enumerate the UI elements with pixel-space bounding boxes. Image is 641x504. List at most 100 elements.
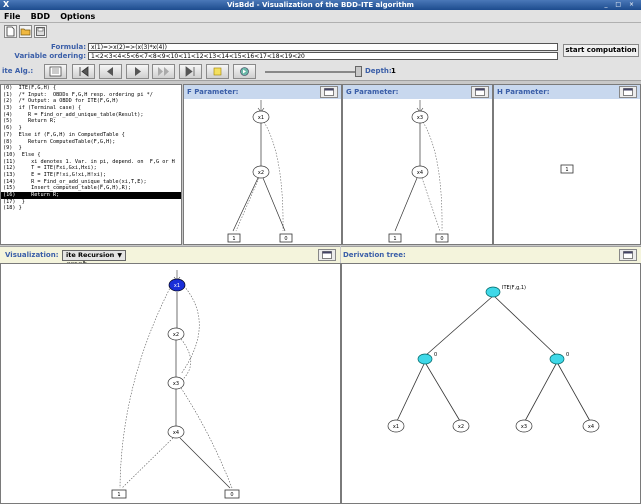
window-icon <box>623 251 633 259</box>
derivation-root-node[interactable] <box>485 286 501 298</box>
menu-bdd[interactable]: BDD <box>27 10 54 23</box>
derivation-bar: Derivation tree: <box>341 246 641 263</box>
f-graph: x1 x2 1 0 <box>227 100 293 243</box>
ordering-input[interactable]: 1<2<3<4<5<6<7<8<9<10<11<12<13<14<15<16<1… <box>88 52 558 60</box>
visualization-bar: Visualization: ite Recursion graph ▼ <box>0 246 340 268</box>
visualization-select[interactable]: ite Recursion graph ▼ <box>62 250 126 268</box>
h-parameter-panel: H Parameter: 1 <box>493 84 641 245</box>
open-file-button[interactable] <box>19 25 32 38</box>
code-line: (16) Return R; <box>1 192 181 199</box>
f-parameter-header: F Parameter: <box>184 85 341 99</box>
code-line: (15) Insert_computed_table(F,G,H),R); <box>3 185 132 192</box>
last-step-button[interactable] <box>179 64 202 79</box>
skip-to-end-icon <box>185 66 195 77</box>
code-line: (11) xi denotes 1. Var. in pi, depend. o… <box>3 158 175 165</box>
f-terminal-one-label: 1 <box>232 236 235 242</box>
f-parameter-panel: F Parameter: x1 x2 1 0 <box>183 84 342 245</box>
list-icon <box>49 66 62 77</box>
chevron-down-icon: ▼ <box>117 252 122 259</box>
menu-file[interactable]: File <box>0 10 24 23</box>
code-line: (18) } <box>3 205 22 212</box>
h-parameter-view-button[interactable] <box>619 86 637 98</box>
title-bar: X VisBdd - Visualization of the BDD-ITE … <box>0 0 641 10</box>
g-parameter-panel: G Parameter: x3 x4 1 0 <box>342 84 493 245</box>
window-icon <box>623 88 633 96</box>
recursion-terminal-one-label: 1 <box>117 492 120 498</box>
h-parameter-header: H Parameter: <box>494 85 640 99</box>
depth-slider-track[interactable] <box>265 71 357 73</box>
code-line: (7) Else if (F,G,H) in ComputedTable { <box>3 131 125 138</box>
code-line: (2) /* Output: a OBDD for ITE(F,G,H) <box>3 98 119 105</box>
code-line: (12) T = ITE(Fxi,Gxi,Hxi); <box>3 165 97 172</box>
input-area: Formula: x(1)=>x(2)=>(x(3)*x(4)) Variabl… <box>0 40 641 62</box>
step-forward-button[interactable] <box>126 64 149 79</box>
code-line: (14) R = Find_or_add_unique_table(xi,T,E… <box>3 178 147 185</box>
recursion-graph: x1 x2 x3 x4 1 0 <box>111 270 240 499</box>
window-icon <box>322 251 332 259</box>
g-parameter-header: G Parameter: <box>343 85 492 99</box>
step-forward-icon <box>135 67 141 76</box>
f-parameter-view-button[interactable] <box>320 86 338 98</box>
g-parameter-title: G Parameter: <box>346 88 399 96</box>
new-file-button[interactable] <box>4 25 17 38</box>
highlight-icon <box>213 67 222 76</box>
step-back-button[interactable] <box>99 64 122 79</box>
zoom-icon <box>240 67 249 76</box>
h-parameter-title: H Parameter: <box>497 88 550 96</box>
code-line: (10) Else { <box>3 151 41 158</box>
derivation-right-node[interactable] <box>549 353 565 365</box>
menu-options[interactable]: Options <box>56 10 99 23</box>
visualization-label: Visualization: <box>5 251 59 259</box>
g-graph: x3 x4 1 0 <box>388 100 449 243</box>
zoom-button[interactable] <box>233 64 256 79</box>
first-step-button[interactable] <box>72 64 95 79</box>
algorithm-controls: ite Alg.: Depth: 1 <box>0 62 641 81</box>
h-terminal-one-label: 1 <box>565 167 568 173</box>
recursion-node-x3-label: x3 <box>173 381 179 387</box>
save-disk-icon <box>36 27 45 36</box>
window-controls[interactable]: _ □ × <box>604 0 637 10</box>
f-terminal-zero-label: 0 <box>284 236 287 242</box>
derivation-view-button[interactable] <box>619 249 637 261</box>
derivation-leaf-x2-label: x2 <box>458 424 464 430</box>
code-line: (0) ITE(F,G,H) { <box>3 85 57 91</box>
depth-value: 1 <box>391 67 396 75</box>
recursion-graph-panel: x1 x2 x3 x4 1 0 <box>0 263 341 504</box>
derivation-tree-title: Derivation tree: <box>343 251 406 259</box>
new-file-icon <box>6 26 15 37</box>
g-node-x3-label: x3 <box>417 115 423 121</box>
start-computation-button[interactable]: start computation <box>563 44 639 57</box>
recursion-node-x4-label: x4 <box>173 430 179 436</box>
code-line: (17) } <box>3 198 25 205</box>
menu-bar: File BDD Options <box>0 10 641 23</box>
f-node-x1-label: x1 <box>258 115 264 121</box>
derivation-tree-panel: ITE(F,g,1) 0 0 x1 x2 x3 x4 <box>341 263 641 504</box>
g-terminal-zero-label: 0 <box>440 236 443 242</box>
recursion-terminal-zero-label: 0 <box>230 492 233 498</box>
derivation-left-label: 0 <box>434 352 437 358</box>
g-parameter-view-button[interactable] <box>471 86 489 98</box>
f-parameter-title: F Parameter: <box>187 88 239 96</box>
code-line: (5) Return R; <box>3 118 57 125</box>
code-line: (1) /* Input: OBDDs F,G,H resp. ordering… <box>3 91 153 98</box>
code-line: (8) Return ComputedTable(F,G,H); <box>3 138 116 145</box>
derivation-leaf-x1-label: x1 <box>393 424 399 430</box>
g-node-x4-label: x4 <box>417 170 423 176</box>
code-line: (6) } <box>3 125 22 132</box>
formula-input[interactable]: x(1)=>x(2)=>(x(3)*x(4)) <box>88 43 558 51</box>
toolbar <box>0 23 641 40</box>
code-line: (9) } <box>3 145 22 152</box>
recursion-node-x1-label: x1 <box>174 283 180 289</box>
derivation-left-node[interactable] <box>417 353 433 365</box>
list-view-button[interactable] <box>44 64 67 79</box>
fast-forward-button[interactable] <box>152 64 175 79</box>
derivation-tree: ITE(F,g,1) 0 0 x1 x2 x3 x4 <box>387 285 600 433</box>
highlight-button[interactable] <box>206 64 229 79</box>
save-file-button[interactable] <box>34 25 47 38</box>
derivation-right-label: 0 <box>566 352 569 358</box>
formula-label: Formula: <box>51 43 86 51</box>
visualization-view-button[interactable] <box>318 249 336 261</box>
derivation-root-label: ITE(F,g,1) <box>502 285 526 291</box>
h-graph: 1 <box>560 164 574 174</box>
depth-slider-handle[interactable] <box>355 66 362 77</box>
